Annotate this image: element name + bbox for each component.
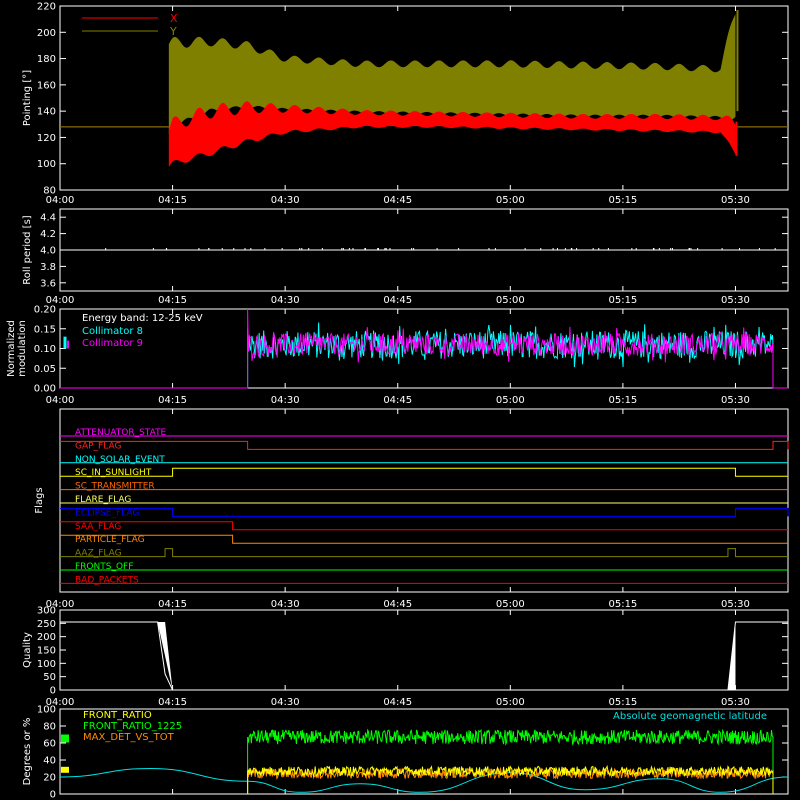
flag-label: PARTICLE_FLAG bbox=[75, 535, 145, 545]
series-marker bbox=[61, 766, 69, 773]
y-tick-label: 20 bbox=[43, 773, 56, 784]
y-tick-label: 250 bbox=[37, 619, 56, 630]
x-tick-label: 05:15 bbox=[608, 697, 637, 708]
y-axis-label: Quality bbox=[22, 632, 33, 668]
flag-label: ECLIPSE_FLAG bbox=[75, 508, 139, 518]
flag-label: SC_TRANSMITTER bbox=[75, 482, 155, 492]
y-tick-label: 0 bbox=[50, 790, 56, 800]
y-tick-label: 160 bbox=[37, 80, 56, 91]
y-tick-label: 140 bbox=[37, 107, 56, 118]
legend-label: Y bbox=[169, 25, 177, 38]
x-tick-label: 04:30 bbox=[271, 295, 300, 306]
y-tick-label: 0.15 bbox=[34, 324, 56, 335]
x-tick-label: 05:15 bbox=[608, 195, 637, 206]
x-tick-label: 05:00 bbox=[496, 295, 525, 306]
legend-label: MAX_DET_VS_TOT bbox=[83, 732, 175, 743]
y-tick-label: 0.00 bbox=[34, 384, 56, 395]
x-tick-label: 05:30 bbox=[721, 295, 750, 306]
legend-label: FRONT_RATIO_1225 bbox=[83, 721, 182, 732]
y-axis-label: Flags bbox=[34, 487, 45, 513]
y-tick-label: 60 bbox=[43, 739, 56, 750]
x-tick-label: 04:00 bbox=[46, 395, 75, 406]
x-tick-label: 04:30 bbox=[271, 195, 300, 206]
y-tick-label: 4.2 bbox=[40, 229, 56, 240]
flag-label: FLARE_FLAG bbox=[75, 495, 131, 505]
x-tick-label: 04:45 bbox=[383, 295, 412, 306]
flag-label: AAZ_FLAG bbox=[75, 549, 122, 559]
x-tick-label: 04:15 bbox=[158, 599, 187, 610]
flag-label: NON_SOLAR_EVENT bbox=[75, 455, 165, 465]
x-tick-label: 05:30 bbox=[721, 697, 750, 708]
y-tick-label: 80 bbox=[43, 186, 56, 197]
x-tick-label: 05:15 bbox=[608, 395, 637, 406]
series-marker bbox=[61, 734, 69, 743]
flag-label: SC_IN_SUNLIGHT bbox=[75, 468, 152, 478]
x-tick-label: 05:15 bbox=[608, 599, 637, 610]
y-tick-label: 0 bbox=[50, 686, 56, 697]
y-tick-label: 100 bbox=[37, 659, 56, 670]
y-tick-label: 300 bbox=[37, 606, 56, 617]
chart-annotation: Energy band: 12-25 keV bbox=[82, 313, 203, 324]
y-tick-label: 220 bbox=[37, 2, 56, 13]
legend-label: X bbox=[170, 12, 178, 25]
x-tick-label: 05:00 bbox=[496, 599, 525, 610]
y-tick-label: 120 bbox=[37, 133, 56, 144]
x-tick-label: 05:00 bbox=[496, 395, 525, 406]
x-tick-label: 05:00 bbox=[496, 697, 525, 708]
flag-label: BAD_PACKETS bbox=[75, 575, 139, 585]
y-axis-label: modulation bbox=[17, 320, 28, 377]
legend-label: Collimator 8 bbox=[82, 326, 143, 337]
x-tick-label: 04:15 bbox=[158, 195, 187, 206]
y-tick-label: 4.0 bbox=[40, 246, 56, 257]
legend-label: FRONT_RATIO bbox=[83, 710, 152, 721]
y-tick-label: 180 bbox=[37, 54, 56, 65]
x-tick-label: 04:45 bbox=[383, 599, 412, 610]
y-axis-label: Degrees or % bbox=[22, 718, 33, 786]
x-tick-label: 04:15 bbox=[158, 697, 187, 708]
flag-label: GAP_FLAG bbox=[75, 441, 121, 451]
y-axis-label: Pointing [°] bbox=[22, 70, 33, 126]
y-tick-label: 4.4 bbox=[40, 213, 56, 224]
x-tick-label: 05:30 bbox=[721, 395, 750, 406]
flag-label: FRONTS_OFF bbox=[75, 562, 133, 572]
multi-panel-chart: 04:00 04:15 04:30 04:45 05:00 05:15 05:30 80 100… bbox=[0, 0, 800, 800]
y-tick-label: 3.6 bbox=[40, 278, 56, 289]
x-tick-label: 04:45 bbox=[383, 195, 412, 206]
y-tick-label: 3.8 bbox=[40, 262, 56, 273]
flag-label: ATTENUATOR_STATE bbox=[75, 428, 167, 438]
x-tick-label: 05:00 bbox=[496, 195, 525, 206]
x-tick-label: 04:45 bbox=[383, 395, 412, 406]
y-tick-label: 0.10 bbox=[34, 344, 56, 355]
y-axis-label: Normalized bbox=[6, 320, 17, 377]
y-tick-label: 150 bbox=[37, 646, 56, 657]
y-axis-label: Roll period [s] bbox=[22, 215, 33, 284]
x-tick-label: 04:30 bbox=[271, 697, 300, 708]
y-tick-label: 100 bbox=[37, 705, 56, 716]
y-tick-label: 50 bbox=[43, 672, 56, 683]
x-tick-label: 04:00 bbox=[46, 195, 75, 206]
y-tick-label: 0.05 bbox=[34, 364, 56, 375]
x-tick-label: 04:15 bbox=[158, 395, 187, 406]
y-tick-label: 80 bbox=[43, 722, 56, 733]
x-tick-label: 05:30 bbox=[721, 599, 750, 610]
x-tick-label: 04:45 bbox=[383, 697, 412, 708]
y-tick-label: 200 bbox=[37, 632, 56, 643]
legend-label: Absolute geomagnetic latitude bbox=[613, 711, 767, 722]
x-tick-label: 05:30 bbox=[721, 195, 750, 206]
y-tick-label: 0.20 bbox=[34, 305, 56, 316]
x-tick-label: 04:30 bbox=[271, 395, 300, 406]
legend-label: Collimator 9 bbox=[82, 338, 143, 349]
flag-label: SAA_FLAG bbox=[75, 522, 121, 532]
x-tick-label: 04:15 bbox=[158, 295, 187, 306]
x-tick-label: 04:30 bbox=[271, 599, 300, 610]
x-tick-label: 05:15 bbox=[608, 295, 637, 306]
y-tick-label: 100 bbox=[37, 159, 56, 170]
y-tick-label: 40 bbox=[43, 756, 56, 767]
y-tick-label: 200 bbox=[37, 28, 56, 39]
